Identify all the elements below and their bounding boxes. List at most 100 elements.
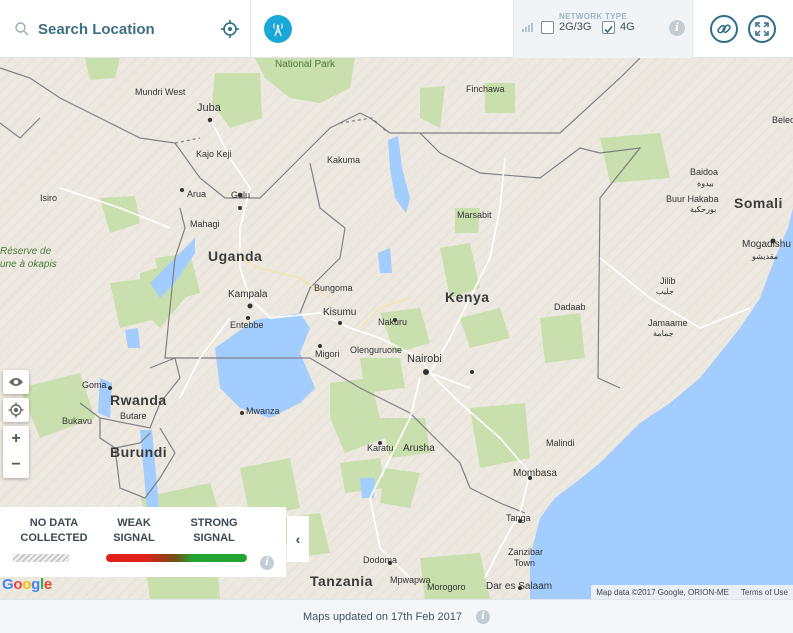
visibility-button[interactable] — [3, 370, 29, 394]
cell-tower-icon — [273, 23, 283, 37]
map-label-burundi: Burundi — [110, 444, 168, 460]
map-label-butare: Butare — [120, 411, 147, 421]
map-label-malindi: Malindi — [546, 438, 575, 448]
map-label-baidoa-arabic: بيدوة — [697, 179, 714, 188]
map-label-kakuma: Kakuma — [327, 155, 361, 165]
map-label-mogadishu-arabic: مقديشو — [752, 252, 779, 261]
map-label-kenya: Kenya — [445, 289, 490, 305]
map-data-credit: Map data ©2017 Google, ORION-ME — [596, 587, 729, 597]
map-label-finchawa: Finchawa — [466, 84, 505, 94]
terms-of-use-link[interactable]: Terms of Use — [741, 588, 788, 597]
map-label-kisumu: Kisumu — [323, 307, 357, 318]
map-label-national-park: National Park — [275, 59, 336, 70]
map-label-jamaame-arabic: جمامة — [653, 329, 674, 338]
eye-icon — [9, 378, 23, 386]
checkmark-icon — [604, 25, 613, 34]
legend-strong-label: STRONG SIGNAL — [190, 517, 238, 544]
action-buttons — [693, 0, 793, 57]
map-label-buur-hakaba-arabic: بورحكبة — [690, 205, 717, 214]
map-label-tanzania: Tanzania — [310, 573, 373, 589]
legend-no-data-bar — [12, 554, 70, 562]
map-label-bungoma: Bungoma — [314, 283, 353, 293]
map-label-entebbe: Entebbe — [230, 320, 264, 330]
google-logo: Google — [2, 576, 52, 593]
zoom-out-button[interactable]: − — [3, 452, 29, 478]
my-location-button[interactable] — [3, 398, 29, 422]
map-label-mwanza: Mwanza — [246, 406, 280, 416]
network-type-title: NETWORK TYPE — [559, 12, 628, 21]
map-label-tanga: Tanga — [506, 513, 531, 523]
map-label-jamaame: Jamaame — [648, 318, 688, 328]
map-label-nakuru: Nakuru — [378, 317, 408, 327]
map-label-gulu: Gulu — [231, 190, 251, 200]
fullscreen-button[interactable] — [748, 14, 776, 43]
map-label-baidoa: Baidoa — [690, 167, 719, 177]
legend-no-data-label: NO DATA COLLECTED — [20, 517, 88, 544]
map-label-isiro: Isiro — [40, 193, 58, 203]
link-icon — [717, 23, 731, 34]
map-label-buur-hakaba: Buur Hakaba — [666, 194, 719, 204]
map-label-uganda: Uganda — [208, 248, 263, 264]
label-2g3g: 2G/3G — [559, 21, 592, 33]
search-icon — [15, 22, 29, 36]
map-label-arua: Arua — [187, 189, 207, 199]
legend-collapse-button[interactable]: ‹ — [287, 516, 309, 562]
map-label-reserve-line1: Réserve de — [0, 246, 52, 257]
map-label-bukavu: Bukavu — [62, 416, 93, 426]
map-label-mombasa: Mombasa — [513, 468, 557, 479]
app: NETWORK TYPE 2G/3G 4G i — [0, 0, 793, 633]
map-label-migori: Migori — [315, 349, 340, 359]
tower-button[interactable] — [264, 15, 292, 43]
map-label-zanzibar-line2: Town — [514, 558, 536, 568]
map-label-nairobi: Nairobi — [407, 353, 442, 365]
info-icon[interactable]: i — [669, 20, 685, 36]
map-label-jilib: Jilib — [660, 276, 676, 286]
search-input[interactable] — [38, 20, 208, 38]
map-label-jilib-arabic: جليب — [656, 287, 674, 296]
map-label-mpwapwa: Mpwapwa — [390, 575, 431, 585]
map-label-marsabit: Marsabit — [457, 210, 492, 220]
tower-toggle-panel — [251, 0, 513, 58]
legend-weak-label: WEAK SIGNAL — [113, 517, 155, 544]
map-label-mundri-west: Mundri West — [135, 87, 186, 97]
crosshair-icon[interactable] — [220, 19, 240, 39]
map-label-kampala: Kampala — [228, 289, 268, 300]
signal-legend: NO DATA COLLECTED WEAK SIGNAL STRONG SIG… — [0, 507, 286, 577]
top-bar: NETWORK TYPE 2G/3G 4G i — [0, 0, 793, 58]
map-label-arusha: Arusha — [403, 443, 435, 454]
legend-info-icon[interactable]: i — [260, 556, 274, 570]
map-label-reserve-line2: une à okapis — [0, 259, 57, 270]
footer: Maps updated on 17th Feb 2017 i — [0, 599, 793, 633]
checkbox-4g[interactable] — [602, 21, 615, 34]
map-label-rwanda: Rwanda — [110, 392, 167, 408]
share-link-button[interactable] — [710, 14, 738, 43]
map-label-beled: Beled — [772, 115, 793, 125]
map-attribution: Map data ©2017 Google, ORION-ME Terms of… — [591, 585, 793, 599]
map-label-mogadishu: Mogadishu — [742, 239, 791, 250]
map-label-kajo-keji: Kajo Keji — [196, 149, 232, 159]
map-label-olenguruone: Olenguruone — [350, 345, 403, 355]
map-label-karatu: Karatu — [367, 443, 394, 453]
signal-bars-icon — [522, 23, 533, 32]
map-label-dadaab: Dadaab — [554, 302, 586, 312]
map-label-morogoro: Morogoro — [427, 582, 466, 592]
map-label-somalia: Somali — [734, 195, 783, 211]
map-label-dodoma: Dodoma — [363, 555, 398, 565]
legend-signal-gradient-bar — [106, 554, 247, 562]
maps-updated-text: Maps updated on 17th Feb 2017 — [302, 610, 462, 623]
location-target-icon — [8, 402, 24, 418]
map-label-dar-es-salaam: Dar es Salaam — [486, 581, 553, 592]
map-label-juba: Juba — [197, 102, 221, 114]
map-label-mahagi: Mahagi — [190, 219, 220, 229]
search-panel — [0, 0, 251, 58]
label-4g: 4G — [620, 21, 635, 33]
footer-info-icon[interactable]: i — [476, 609, 490, 624]
expand-icon — [755, 21, 769, 36]
map-label-zanzibar-line1: Zanzibar — [508, 547, 544, 557]
chevron-left-icon: ‹ — [295, 531, 301, 547]
map-label-goma: Goma — [82, 380, 107, 390]
zoom-in-button[interactable]: + — [3, 426, 29, 452]
network-type-panel: NETWORK TYPE 2G/3G 4G i — [513, 0, 693, 58]
zoom-controls: + − — [3, 426, 29, 478]
checkbox-2g3g[interactable] — [541, 21, 554, 34]
